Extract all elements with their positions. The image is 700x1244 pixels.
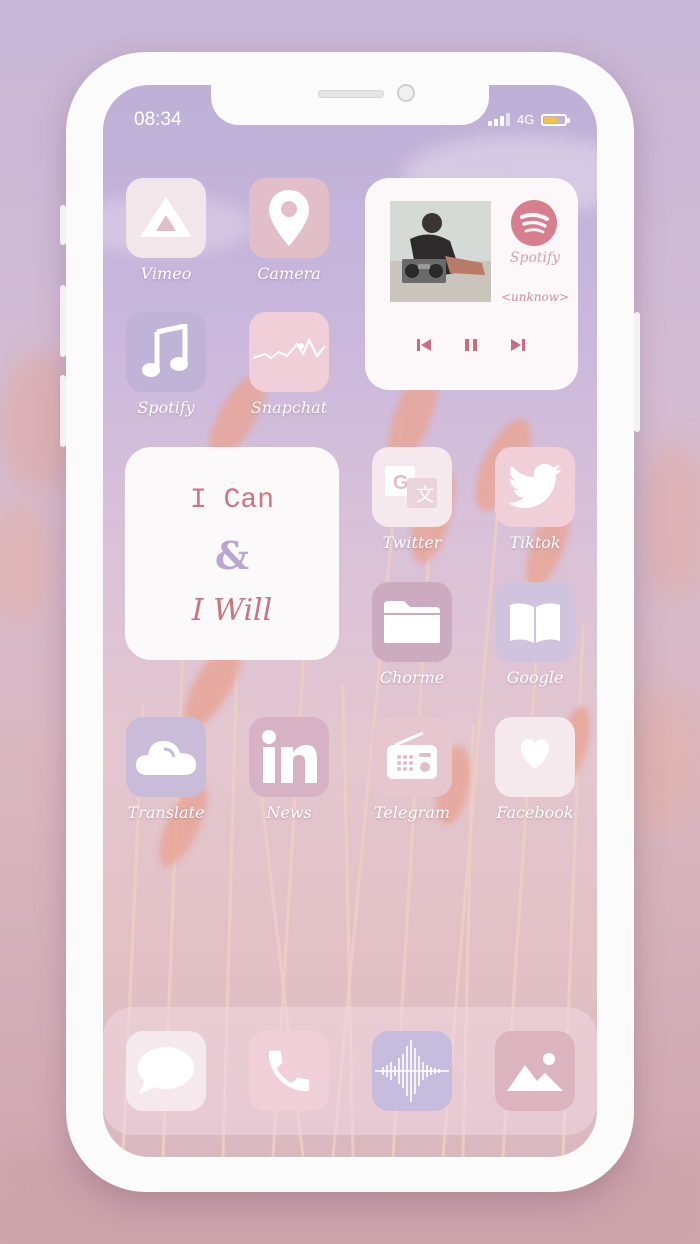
music-note-icon <box>126 312 206 392</box>
app-label: News <box>266 803 312 822</box>
app-tiktok[interactable]: Tiktok <box>495 447 575 552</box>
status-time: 08:34 <box>134 109 182 130</box>
dock-phone[interactable] <box>249 1031 329 1111</box>
folder-icon <box>372 582 452 662</box>
app-label: Twitter <box>382 533 442 552</box>
app-label: Vimeo <box>140 264 192 283</box>
app-label: Chorme <box>379 668 445 687</box>
previous-track-icon[interactable] <box>415 336 433 354</box>
front-camera <box>397 84 415 102</box>
cloud-icon <box>126 717 206 797</box>
app-spotify[interactable]: Spotify <box>126 312 206 417</box>
phone-icon <box>249 1031 329 1111</box>
photos-icon <box>495 1031 575 1111</box>
side-button <box>60 205 66 245</box>
app-telegram[interactable]: Telegram <box>372 717 452 822</box>
track-title: <unknow> <box>500 290 570 304</box>
app-camera[interactable]: Camera <box>249 178 329 283</box>
app-chrome[interactable]: Chorme <box>372 582 452 687</box>
app-news[interactable]: News <box>249 717 329 822</box>
translate-icon: G 文 <box>372 447 452 527</box>
album-art <box>390 201 491 302</box>
volume-down-button <box>60 375 66 447</box>
spotify-widget[interactable]: Spotify <unknow> <box>365 178 578 390</box>
volume-up-button <box>60 285 66 357</box>
quote-line-1: I Can <box>189 485 274 516</box>
app-label: Tiktok <box>509 533 561 552</box>
app-facebook[interactable]: Facebook <box>495 717 575 822</box>
dock-messages[interactable] <box>126 1031 206 1111</box>
status-indicators: 4G <box>488 112 571 127</box>
svg-text:文: 文 <box>416 485 434 506</box>
widget-app-name: Spotify <box>509 250 561 266</box>
app-google[interactable]: Google <box>495 582 575 687</box>
power-button <box>634 312 640 432</box>
app-translate[interactable]: Translate <box>126 717 206 822</box>
heart-icon <box>495 717 575 797</box>
app-label: Snapchat <box>250 398 328 417</box>
linkedin-icon <box>249 717 329 797</box>
speaker-grille <box>318 90 384 98</box>
spotify-logo-icon <box>511 200 557 246</box>
quote-widget[interactable]: I Can & I Will <box>125 447 339 660</box>
pulse-line-icon <box>249 312 329 392</box>
book-icon <box>495 582 575 662</box>
app-label: Telegram <box>373 803 451 822</box>
app-label: Camera <box>257 264 321 283</box>
signal-icon <box>488 113 510 126</box>
quote-line-2: & <box>214 533 250 578</box>
svg-text:G: G <box>393 472 409 494</box>
soundwave-icon <box>372 1031 452 1111</box>
location-pin-icon <box>249 178 329 258</box>
dock-photos[interactable] <box>495 1031 575 1111</box>
app-vimeo[interactable]: Vimeo <box>126 178 206 283</box>
pause-icon[interactable] <box>462 336 480 354</box>
app-label: Facebook <box>496 803 574 822</box>
message-icon <box>126 1031 206 1111</box>
drive-triangle-icon <box>126 178 206 258</box>
dock-recorder[interactable] <box>372 1031 452 1111</box>
twitter-bird-icon <box>495 447 575 527</box>
network-type: 4G <box>517 112 535 127</box>
app-snapchat[interactable]: Snapchat <box>249 312 329 417</box>
app-label: Translate <box>127 803 205 822</box>
radio-icon <box>372 717 452 797</box>
app-label: Google <box>506 668 564 687</box>
app-twitter[interactable]: G 文 Twitter <box>372 447 452 552</box>
quote-line-3: I Will <box>191 593 273 628</box>
battery-icon <box>541 113 571 126</box>
next-track-icon[interactable] <box>509 336 527 354</box>
app-label: Spotify <box>137 398 195 417</box>
